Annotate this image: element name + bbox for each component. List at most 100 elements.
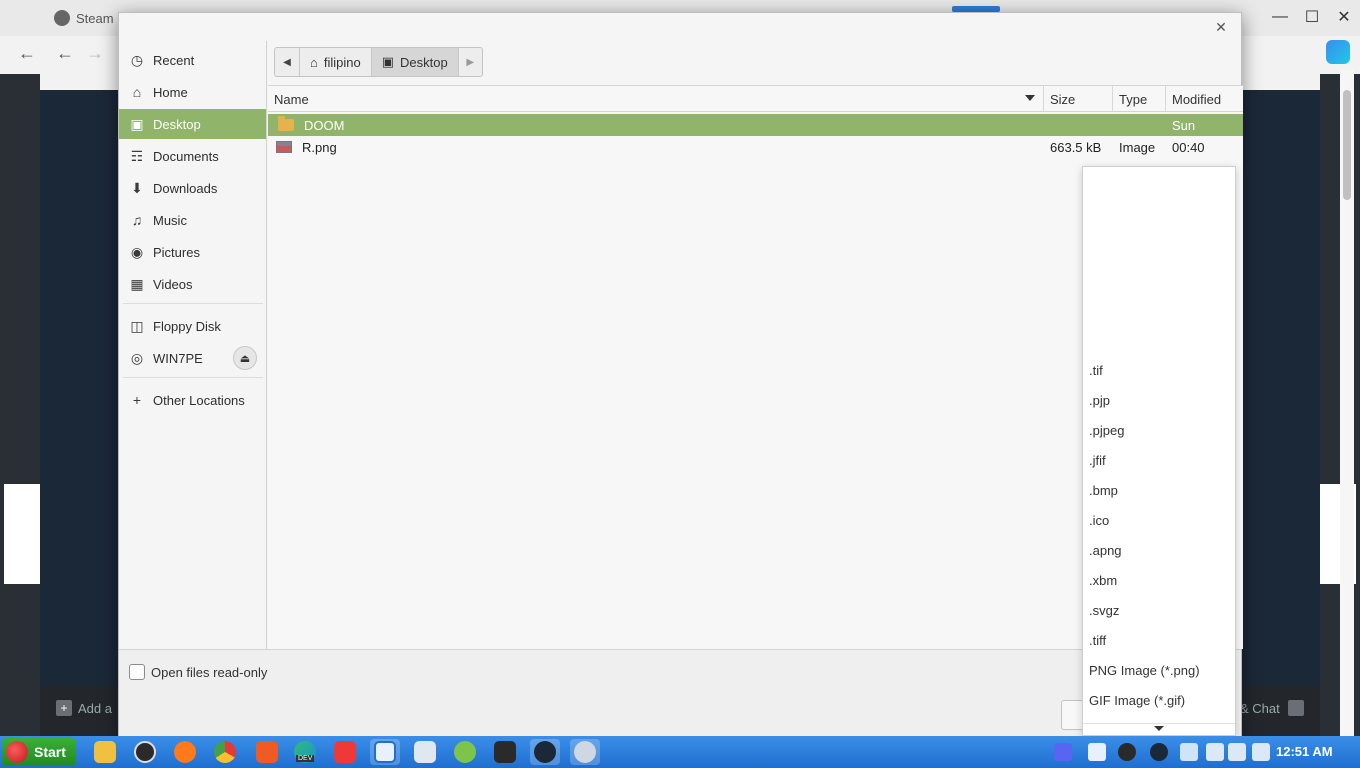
checkbox-box[interactable]	[129, 664, 145, 680]
download-icon: ⬇	[131, 179, 143, 196]
start-button[interactable]: Start	[2, 738, 76, 766]
firefox-icon[interactable]	[170, 739, 200, 765]
chat-label: & Chat	[1240, 700, 1280, 716]
filter-option-ico[interactable]: .ico	[1089, 508, 1109, 532]
shield-icon[interactable]	[1180, 743, 1198, 761]
filter-option-xbm[interactable]: .xbm	[1089, 568, 1117, 592]
filter-option-tiff[interactable]: .tiff	[1089, 628, 1106, 652]
page-scrollbar[interactable]	[1340, 70, 1354, 736]
filter-option-apng[interactable]: .apng	[1089, 538, 1122, 562]
file-manager-icon[interactable]	[90, 739, 120, 765]
sidebar-item-documents[interactable]: ☶ Documents	[119, 141, 266, 171]
tablet-icon[interactable]	[1206, 743, 1224, 761]
steam-icon	[54, 10, 70, 26]
sidebar-item-pictures[interactable]: ◉ Pictures	[119, 237, 266, 267]
floppy-icon: ◫	[130, 317, 144, 334]
dialog-titlebar: ✕	[119, 13, 1241, 41]
sidebar-item-label: Other Locations	[153, 392, 245, 408]
music-icon: ♫	[131, 212, 143, 228]
filter-option-pjpeg[interactable]: .pjpeg	[1089, 418, 1124, 442]
calculator-icon[interactable]	[450, 739, 480, 765]
chrome-icon[interactable]	[210, 739, 240, 765]
scrollbar-thumb[interactable]	[1343, 90, 1351, 200]
filter-option-png-image[interactable]: PNG Image (*.png)	[1089, 658, 1200, 682]
sidebar-item-label: Recent	[153, 52, 195, 68]
chat-icon	[1287, 700, 1304, 716]
column-header-modified[interactable]: Modified	[1166, 86, 1243, 112]
sidebar-item-downloads[interactable]: ⬇ Downloads	[119, 173, 266, 203]
file-size	[1044, 114, 1113, 136]
maximize-icon[interactable]: ☐	[1296, 0, 1328, 34]
sidebar-divider	[123, 303, 263, 304]
popup-scroll-down[interactable]	[1083, 723, 1235, 735]
path-segment-desktop[interactable]: ▣ Desktop	[370, 48, 458, 76]
volume-icon[interactable]	[1252, 743, 1270, 761]
sidebar-item-other-locations[interactable]: + Other Locations	[119, 385, 266, 415]
back-arrow-icon[interactable]: ←	[52, 40, 78, 66]
forward-arrow-icon[interactable]: →	[82, 40, 108, 66]
sidebar-item-music[interactable]: ♫ Music	[119, 205, 266, 235]
terminal-icon[interactable]	[490, 739, 520, 765]
taskbar: Start DEV 12:51 AM	[0, 736, 1360, 768]
remote-tray-icon[interactable]	[1088, 743, 1106, 761]
close-icon[interactable]: ✕	[1328, 0, 1360, 34]
sidebar-item-recent[interactable]: ◷ Recent	[119, 45, 266, 75]
column-header-name[interactable]: Name	[268, 86, 1044, 112]
eject-icon[interactable]: ⏏	[233, 346, 257, 370]
checkbox-label: Open files read-only	[151, 664, 268, 680]
remote-desktop-icon[interactable]	[370, 739, 400, 765]
filter-option-gif-image[interactable]: GIF Image (*.gif)	[1089, 688, 1185, 712]
minimize-icon[interactable]: —	[1264, 0, 1296, 34]
path-scroll-left-icon[interactable]: ◀	[275, 48, 299, 76]
file-modified: 00:40	[1172, 139, 1205, 155]
filter-option-svgz[interactable]: .svgz	[1089, 598, 1119, 622]
file-row-r-png[interactable]: R.png 663.5 kB Image 00:40	[268, 136, 1243, 158]
filter-option-bmp[interactable]: .bmp	[1089, 478, 1118, 502]
vivaldi-icon[interactable]	[330, 739, 360, 765]
sidebar-item-label: Downloads	[153, 180, 218, 196]
filter-option-jfif[interactable]: .jfif	[1089, 448, 1106, 472]
column-header-size[interactable]: Size	[1044, 86, 1113, 112]
file-type: Image	[1119, 139, 1156, 155]
home-icon: ⌂	[132, 84, 142, 100]
camera-icon: ◉	[130, 243, 144, 260]
path-bar: ◀ ⌂ filipino ▣ Desktop ▶	[274, 47, 483, 77]
network-icon[interactable]	[1228, 743, 1246, 761]
column-header-type[interactable]: Type	[1113, 86, 1166, 112]
file-filter-popup: .tif .pjp .pjpeg .jfif .bmp .ico .apng .…	[1082, 166, 1236, 736]
path-segment-home[interactable]: ⌂ filipino	[299, 48, 371, 76]
tab-title: Steam	[76, 10, 114, 26]
path-scroll-right-icon[interactable]: ▶	[457, 48, 482, 76]
add-game-button[interactable]: + Add a	[56, 700, 112, 716]
file-row-doom[interactable]: DOOM Sun	[268, 114, 1243, 136]
folder-icon	[278, 116, 294, 131]
open-read-only-checkbox[interactable]: Open files read-only	[129, 664, 267, 680]
taskbar-clock[interactable]: 12:51 AM	[1276, 744, 1333, 759]
discord-icon[interactable]	[1054, 743, 1072, 761]
filter-option-tif[interactable]: .tif	[1089, 358, 1103, 382]
back-icon[interactable]: ←	[14, 40, 40, 66]
obs-icon[interactable]	[130, 739, 160, 765]
brave-icon[interactable]	[252, 739, 282, 765]
settings-gear-icon[interactable]	[570, 739, 600, 765]
add-label: Add a	[78, 700, 112, 716]
steam-taskbar-icon[interactable]	[530, 739, 560, 765]
obs-tray-icon[interactable]	[1118, 743, 1136, 761]
sidebar-item-desktop[interactable]: ▣ Desktop	[119, 109, 266, 139]
sidebar-item-home[interactable]: ⌂ Home	[119, 77, 266, 107]
close-icon[interactable]: ✕	[1211, 17, 1231, 37]
system-monitor-icon[interactable]	[410, 739, 440, 765]
edge-dev-icon[interactable]: DEV	[290, 739, 320, 765]
sidebar-item-floppy-disk[interactable]: ◫ Floppy Disk	[119, 311, 266, 341]
plus-icon: +	[56, 700, 72, 716]
sidebar-item-videos[interactable]: ▦ Videos	[119, 269, 266, 299]
steam-tray-icon[interactable]	[1150, 743, 1168, 761]
sidebar-item-label: Pictures	[153, 244, 200, 260]
column-label: Modified	[1172, 91, 1222, 107]
copilot-icon[interactable]	[1326, 40, 1350, 64]
sidebar-item-label: Desktop	[153, 116, 201, 132]
disc-icon: ◎	[130, 349, 144, 366]
filter-option-pjp[interactable]: .pjp	[1089, 388, 1110, 412]
file-modified: Sun	[1172, 117, 1196, 133]
friends-chat-button[interactable]: & Chat	[1240, 700, 1304, 716]
